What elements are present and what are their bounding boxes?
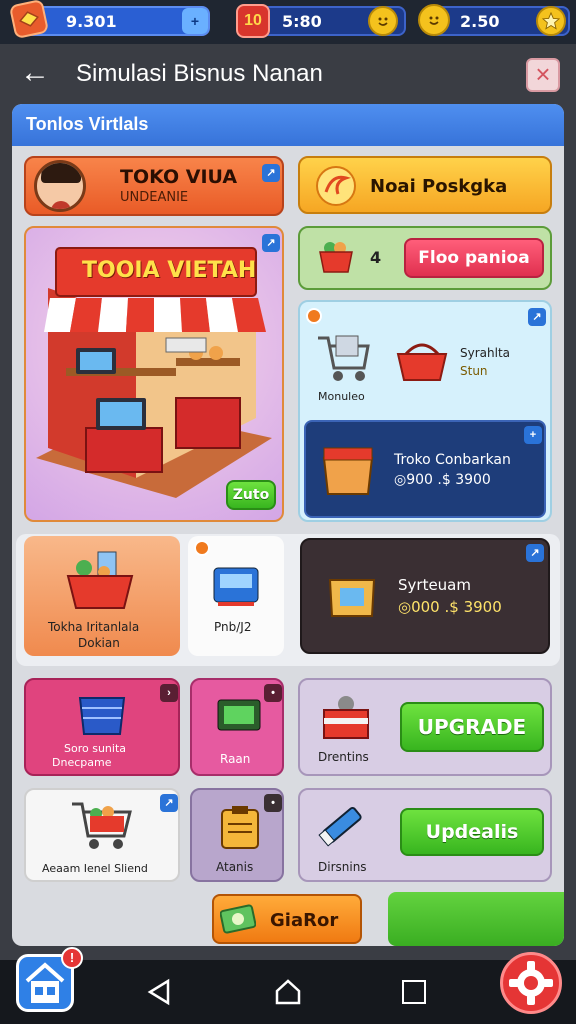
room-label: Raan: [220, 752, 251, 766]
pencil-icon: [316, 800, 368, 850]
items-label-2b: Stun: [460, 364, 488, 378]
stock-box-label-2: Dnecpame: [52, 756, 112, 769]
business-panel: Tonlos Virtlals TOKO VIUA UNDEANIE ↗ Noa…: [12, 104, 564, 946]
ticket-badge: 10: [244, 12, 262, 29]
noai-card[interactable]: Noai Poskgka: [298, 156, 552, 214]
basket-card[interactable]: Tokha Iritanlala Dokian: [24, 536, 180, 656]
toko-conb-title: Troko Conbarkan: [394, 452, 511, 468]
toko-card[interactable]: TOKO VIUA UNDEANIE ↗: [24, 156, 284, 216]
expand-icon[interactable]: ↗: [262, 164, 280, 182]
register-icon: [212, 564, 260, 608]
page-title: Simulasi Bisnus Nanan: [76, 60, 323, 87]
add-gems-button[interactable]: +: [182, 8, 208, 34]
system-card[interactable]: ↗ Syrteuam ◎000 .$ 3900: [300, 538, 550, 654]
swirl-icon: [316, 166, 356, 206]
notification-dot: [306, 308, 322, 324]
auto-button[interactable]: Zuto: [226, 480, 276, 510]
navigation-bar: [0, 960, 576, 1024]
update-button[interactable]: Updealis: [400, 808, 544, 856]
atanis-card[interactable]: • Atanis: [190, 788, 284, 882]
money-icon: [219, 902, 257, 936]
back-nav-icon[interactable]: [146, 978, 174, 1006]
stock-row: 4 Floo panioa: [298, 226, 552, 290]
expand-icon[interactable]: ↗: [528, 308, 546, 326]
stock-box-card[interactable]: › Soro sunita Dnecpame: [24, 678, 180, 776]
basket-icon: [318, 240, 354, 274]
expand-icon[interactable]: ↗: [262, 234, 280, 252]
cart-card[interactable]: ↗ Aeaam Ienel Sliend: [24, 788, 180, 882]
gems-value: 9.301: [66, 11, 117, 31]
star-icon[interactable]: [536, 6, 566, 36]
shopping-cart-icon: [70, 800, 134, 852]
resource-bar: 9.301 + 5:80 10 2.50: [0, 0, 576, 44]
add-icon[interactable]: +: [524, 426, 542, 444]
drentins-label: Drentins: [318, 750, 369, 764]
toko-subtitle: UNDEANIE: [120, 190, 189, 205]
items-card: ↗ Monuleo Syrahlta Stun + Troko Conbarka…: [298, 300, 552, 522]
smiley-coin-icon[interactable]: [368, 6, 398, 36]
toko-title: TOKO VIUA: [120, 166, 238, 188]
gift-box-icon: [320, 694, 372, 740]
crate-icon: [320, 444, 376, 496]
cart-label: Aeaam Ienel Sliend: [42, 862, 148, 875]
info-icon[interactable]: •: [264, 684, 282, 702]
recents-nav-icon[interactable]: [402, 980, 426, 1004]
coins-value: 2.50: [460, 11, 500, 31]
cart-icon[interactable]: [316, 332, 372, 384]
panel-title: Tonlos Virtlals: [12, 104, 564, 146]
info-icon[interactable]: •: [264, 794, 282, 812]
pnb-card[interactable]: Pnb/J2: [188, 536, 284, 656]
header: ← Simulasi Bisnus Nanan ×: [0, 44, 576, 104]
atanis-label: Atanis: [216, 860, 254, 874]
items-label-1: Monuleo: [318, 390, 365, 403]
basket-label-1: Tokha Iritanlala: [48, 620, 140, 634]
noai-label: Noai Poskgka: [370, 176, 508, 197]
ticket-icon: 10: [236, 4, 270, 38]
crate-icon: [326, 570, 378, 620]
back-arrow-icon[interactable]: ←: [20, 56, 56, 92]
box-stack-icon: [74, 688, 130, 738]
system-price: ◎000 .$ 3900: [398, 598, 502, 616]
items-label-2a: Syrahlta: [460, 346, 511, 360]
dirsnins-card[interactable]: Dirsnins Updealis: [298, 788, 552, 882]
store-sign: TOOIA VIETAH: [82, 258, 257, 283]
store-card[interactable]: TOOIA VIETAH Zuto ↗: [24, 226, 284, 522]
pnb-label: Pnb/J2: [214, 620, 252, 634]
settings-button[interactable]: [500, 952, 562, 1014]
close-button[interactable]: ×: [526, 58, 560, 92]
monitor-icon: [216, 698, 262, 738]
alert-badge: !: [61, 947, 83, 969]
drentins-card[interactable]: Drentins UPGRADE: [298, 678, 552, 776]
gear-icon: [509, 961, 553, 1005]
notification-dot: [194, 540, 210, 556]
dirsnins-label: Dirsnins: [318, 860, 367, 874]
room-card[interactable]: • Raan: [190, 678, 284, 776]
stock-count: 4: [370, 248, 382, 267]
toko-conb-card[interactable]: + Troko Conbarkan ◎900 .$ 3900: [304, 420, 546, 518]
system-title: Syrteuam: [398, 576, 471, 594]
cash-button[interactable]: GiaRor: [212, 894, 362, 944]
stock-box-label-1: Soro sunita: [64, 742, 127, 755]
flow-button[interactable]: Floo panioa: [404, 238, 544, 278]
info-icon[interactable]: ›: [160, 684, 178, 702]
basket-label-2: Dokian: [78, 636, 120, 650]
expand-icon[interactable]: ↗: [160, 794, 178, 812]
clipboard-icon: [220, 804, 260, 850]
cash-label: GiaRor: [270, 910, 339, 931]
upgrade-button[interactable]: UPGRADE: [400, 702, 544, 752]
avatar: [34, 160, 86, 212]
home-nav-icon[interactable]: [274, 978, 302, 1006]
home-button[interactable]: !: [16, 947, 83, 1012]
green-action-button[interactable]: [388, 892, 564, 946]
grocery-basket-icon: [64, 550, 136, 612]
toko-conb-price: ◎900 .$ 3900: [394, 472, 491, 488]
expand-icon[interactable]: ↗: [526, 544, 544, 562]
tickets-value: 5:80: [282, 11, 322, 31]
smiley-coin-icon: [418, 4, 450, 36]
basket-icon[interactable]: [396, 338, 448, 382]
